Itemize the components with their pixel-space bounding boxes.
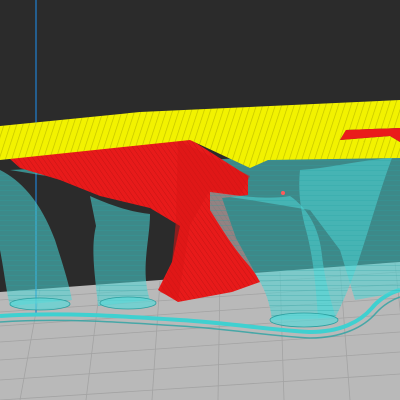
selected-point-marker xyxy=(281,191,285,195)
support-base-2 xyxy=(99,296,157,310)
support-base-1 xyxy=(9,297,71,311)
support-base-3 xyxy=(269,312,339,328)
preview-scene[interactable] xyxy=(0,0,400,400)
layer-preview-viewport[interactable] xyxy=(0,0,400,400)
